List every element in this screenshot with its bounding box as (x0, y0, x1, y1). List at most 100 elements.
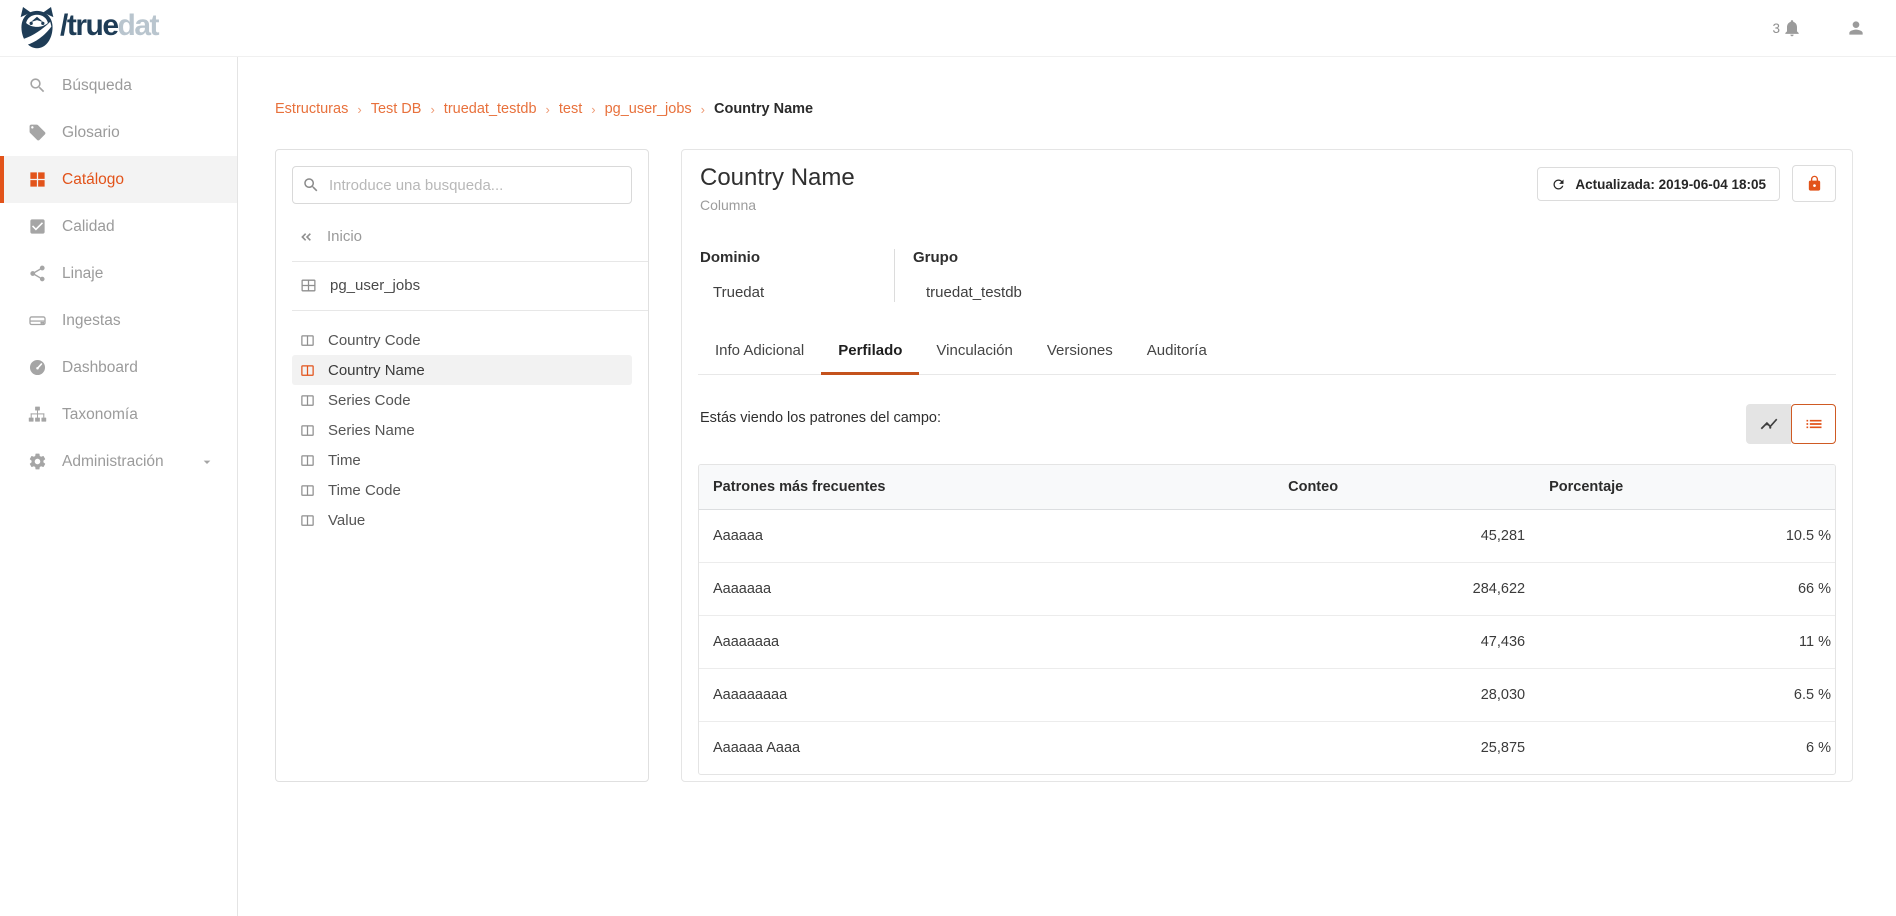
breadcrumb-separator: › (357, 102, 361, 117)
gear-icon (28, 452, 47, 471)
sidebar: Búsqueda Glosario Catálogo Calidad Linaje Ing… (0, 57, 238, 916)
column-icon (300, 333, 315, 348)
sidebar-item-busqueda[interactable]: Búsqueda (0, 62, 237, 109)
sidebar-item-catalogo[interactable]: Catálogo (0, 156, 237, 203)
tree-parent-label: pg_user_jobs (330, 277, 420, 294)
domain-info: Dominio Truedat (700, 249, 894, 302)
sidebar-item-label: Glosario (62, 124, 120, 142)
detail-title-block: Country Name Columna (700, 163, 855, 213)
sidebar-item-taxonomia[interactable]: Taxonomía (0, 391, 237, 438)
tag-icon (28, 123, 47, 142)
detail-tabs: Info AdicionalPerfiladoVinculaciónVersio… (698, 341, 1836, 375)
pattern-cell: Aaaaaaaaa (699, 669, 1097, 722)
sidebar-item-label: Administración (62, 453, 164, 471)
domain-label: Dominio (700, 249, 894, 267)
notification-count: 3 (1772, 21, 1780, 36)
tree-item-country-name[interactable]: Country Name (292, 355, 632, 385)
logo-wordmark: /truedat (60, 11, 158, 46)
count-cell: 45,281 (1097, 510, 1529, 563)
truedat-logo[interactable]: /truedat (17, 7, 158, 49)
sidebar-item-label: Dashboard (62, 359, 138, 377)
pattern-cell: Aaaaaa Aaaa (699, 722, 1097, 775)
breadcrumb-current: Country Name (714, 101, 813, 117)
user-icon[interactable] (1846, 18, 1866, 38)
sidebar-item-calidad[interactable]: Calidad (0, 203, 237, 250)
divider (292, 261, 648, 262)
table-header-porcentaje: Porcentaje (1529, 465, 1835, 510)
column-icon (300, 363, 315, 378)
table-header-patrones-más-frecuentes: Patrones más frecuentes (699, 465, 1097, 510)
refresh-updated-button[interactable]: Actualizada: 2019-06-04 18:05 (1537, 167, 1780, 201)
breadcrumb-link-test-db[interactable]: Test DB (371, 101, 422, 117)
structure-tree-panel: Inicio pg_user_jobs Country CodeCountry … (275, 149, 649, 782)
search-icon (302, 176, 320, 194)
sidebar-item-ingestas[interactable]: Ingestas (0, 297, 237, 344)
tree-search-input[interactable] (292, 166, 632, 204)
divider (292, 310, 648, 311)
column-icon (300, 393, 315, 408)
breadcrumb-link-truedat_testdb[interactable]: truedat_testdb (444, 101, 537, 117)
chevrons-left-icon (298, 229, 314, 245)
tree-item-series-code[interactable]: Series Code (292, 385, 632, 415)
sidebar-item-label: Linaje (62, 265, 103, 283)
grid-icon (28, 170, 47, 189)
count-cell: 284,622 (1097, 563, 1529, 616)
tab-info-adicional[interactable]: Info Adicional (698, 341, 821, 374)
tab-versiones[interactable]: Versiones (1030, 341, 1130, 374)
breadcrumb-separator: › (701, 102, 705, 117)
breadcrumb-link-estructuras[interactable]: Estructuras (275, 101, 348, 117)
tree-parent-pg-user-jobs[interactable]: pg_user_jobs (300, 277, 632, 294)
lock-button[interactable] (1792, 165, 1836, 202)
tree-item-value[interactable]: Value (292, 505, 632, 535)
count-cell: 47,436 (1097, 616, 1529, 669)
sidebar-item-label: Calidad (62, 218, 115, 236)
tree-item-country-code[interactable]: Country Code (292, 325, 632, 355)
column-list: Country CodeCountry NameSeries Code Serie… (292, 325, 632, 535)
sidebar-item-administracion[interactable]: Administración (0, 438, 237, 485)
sidebar-item-dashboard[interactable]: Dashboard (0, 344, 237, 391)
notifications-button[interactable]: 3 (1772, 18, 1802, 38)
view-toggle (1746, 404, 1836, 444)
table-header-conteo: Conteo (1097, 465, 1529, 510)
breadcrumb-link-test[interactable]: test (559, 101, 582, 117)
column-icon (300, 483, 315, 498)
table-icon (300, 277, 317, 294)
tab-perfilado[interactable]: Perfilado (821, 341, 919, 375)
sidebar-item-glosario[interactable]: Glosario (0, 109, 237, 156)
info-section: Dominio Truedat Grupo truedat_testdb (698, 249, 1836, 302)
drive-icon (28, 311, 47, 330)
percentage-cell: 6.5 % (1529, 669, 1835, 722)
back-to-home-link[interactable]: Inicio (298, 228, 632, 245)
breadcrumb: Estructuras › Test DB › truedat_testdb › test ›… (275, 101, 1896, 117)
bell-icon (1782, 18, 1802, 38)
search-icon (28, 76, 47, 95)
table-row: Aaaaaaaaa28,0306.5 % (699, 669, 1835, 722)
chart-view-button[interactable] (1746, 404, 1791, 444)
tree-item-label: Time Code (328, 482, 401, 499)
group-value: truedat_testdb (913, 284, 1022, 302)
column-icon (300, 423, 315, 438)
page-title: Country Name (700, 163, 855, 193)
breadcrumb-link-pg_user_jobs[interactable]: pg_user_jobs (605, 101, 692, 117)
sidebar-item-linaje[interactable]: Linaje (0, 250, 237, 297)
percentage-cell: 66 % (1529, 563, 1835, 616)
tree-item-label: Series Name (328, 422, 415, 439)
updated-label: Actualizada: 2019-06-04 18:05 (1575, 177, 1766, 192)
tab-auditoría[interactable]: Auditoría (1130, 341, 1224, 374)
table-row: Aaaaaa Aaaa25,8756 % (699, 722, 1835, 775)
tree-item-time-code[interactable]: Time Code (292, 475, 632, 505)
back-label: Inicio (327, 228, 362, 245)
column-icon (300, 453, 315, 468)
tree-item-series-name[interactable]: Series Name (292, 415, 632, 445)
topbar-actions: 3 (1772, 18, 1866, 38)
gauge-icon (28, 358, 47, 377)
percentage-cell: 10.5 % (1529, 510, 1835, 563)
group-label: Grupo (913, 249, 1022, 267)
list-view-button[interactable] (1791, 404, 1836, 444)
breadcrumb-separator: › (591, 102, 595, 117)
tree-item-time[interactable]: Time (292, 445, 632, 475)
check-square-icon (28, 217, 47, 236)
sidebar-item-label: Catálogo (62, 171, 124, 189)
breadcrumb-separator: › (546, 102, 550, 117)
tab-vinculación[interactable]: Vinculación (919, 341, 1029, 374)
